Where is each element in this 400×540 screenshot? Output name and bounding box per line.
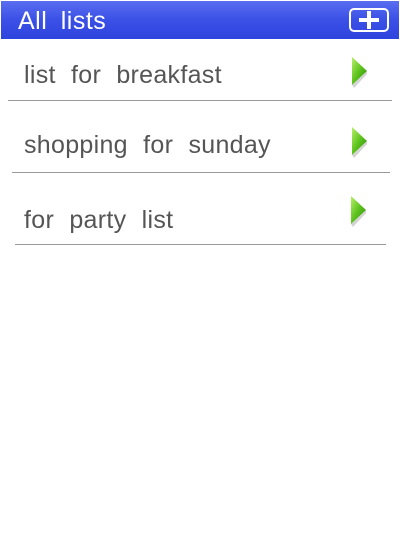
header-bar: All lists [1,1,399,39]
chevron-right-icon [352,127,367,158]
list-item-label: list for breakfast [24,61,222,89]
list-item-label: for party list [24,206,174,234]
list-item-breakfast[interactable]: list for breakfast [8,45,392,105]
divider [15,244,386,245]
list-item-sunday[interactable]: shopping for sunday [12,115,390,175]
plus-icon [359,11,379,29]
list-item-party[interactable]: for party list [15,190,386,250]
page-title: All lists [18,7,107,35]
list-item-label: shopping for sunday [24,131,271,159]
divider [8,100,392,101]
chevron-right-icon [352,57,367,88]
add-list-button[interactable] [349,8,389,32]
divider [12,172,390,173]
chevron-right-icon [351,196,366,227]
